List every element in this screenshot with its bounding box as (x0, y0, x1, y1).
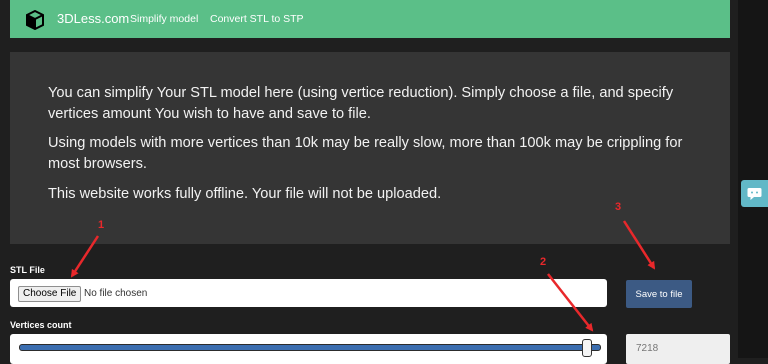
right-gutter (738, 0, 768, 358)
info-paragraph-performance: Using models with more vertices than 10k… (48, 135, 683, 172)
chat-icon (747, 187, 762, 200)
vertices-count-field[interactable]: 7218 (626, 334, 730, 364)
chat-widget-button[interactable] (741, 180, 768, 207)
cube-icon (26, 10, 44, 30)
annotation-number-3: 3 (615, 201, 622, 213)
info-paragraph-offline: This website works fully offline. Your f… (48, 186, 442, 202)
annotation-number-1: 1 (98, 219, 105, 231)
annotation-number-2: 2 (540, 256, 547, 268)
stl-file-input[interactable]: Choose File No file chosen (10, 279, 607, 307)
nav-convert-stl-to-stp[interactable]: Convert STL to STP (210, 13, 304, 25)
brand-link[interactable]: 3DLess.com (57, 11, 129, 26)
vertices-count-label: Vertices count (10, 320, 72, 330)
top-navbar: 3DLess.com Simplify model Convert STL to… (10, 0, 730, 38)
nav-simplify-model[interactable]: Simplify model (130, 13, 198, 25)
vertices-count-value: 7218 (636, 343, 659, 354)
vertices-slider-thumb[interactable] (582, 339, 593, 357)
choose-file-button[interactable]: Choose File (18, 286, 82, 302)
no-file-chosen-text: No file chosen (84, 288, 148, 299)
vertices-slider[interactable] (10, 334, 607, 364)
stl-file-label: STL File (10, 265, 45, 275)
save-to-file-button[interactable]: Save to file (626, 280, 692, 308)
vertices-slider-track[interactable] (19, 344, 601, 351)
info-panel: You can simplify Your STL model here (us… (10, 52, 730, 244)
info-paragraph-intro: You can simplify Your STL model here (us… (48, 85, 674, 122)
